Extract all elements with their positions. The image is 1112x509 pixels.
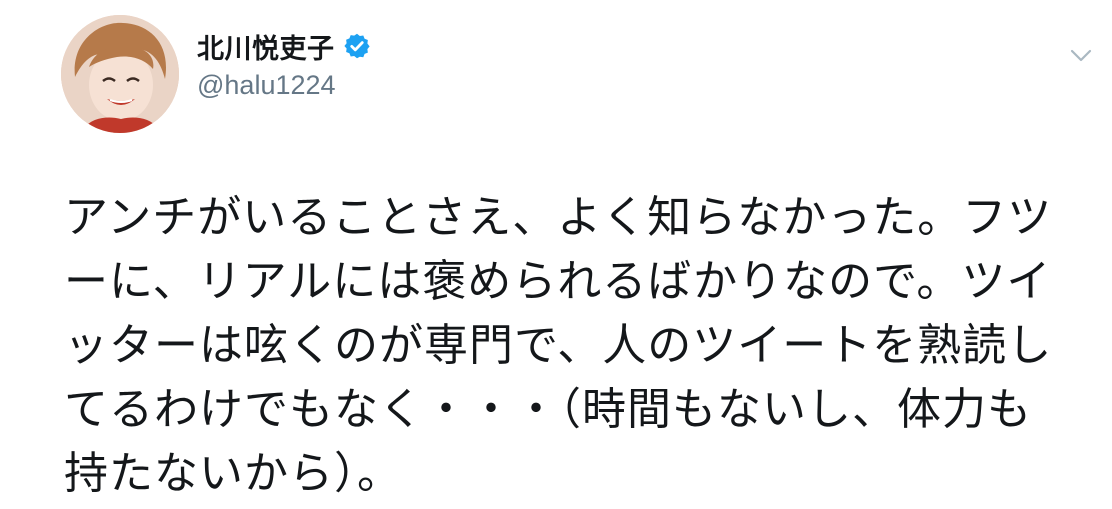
tweet-header: 北川悦吏子 @halu1224	[197, 28, 371, 101]
chevron-down-icon[interactable]	[1068, 42, 1094, 68]
tweet-card: 北川悦吏子 @halu1224 アンチがいることさえ、よく知らなかった。フツーに…	[0, 0, 1112, 509]
display-name[interactable]: 北川悦吏子	[197, 27, 335, 66]
verified-badge-icon	[343, 32, 371, 60]
tweet-text: アンチがいることさえ、よく知らなかった。フツーに、リアルには褒められるばかりなの…	[64, 192, 1053, 499]
avatar[interactable]	[61, 15, 179, 133]
name-row: 北川悦吏子	[197, 27, 371, 66]
user-handle[interactable]: @halu1224	[197, 70, 371, 101]
